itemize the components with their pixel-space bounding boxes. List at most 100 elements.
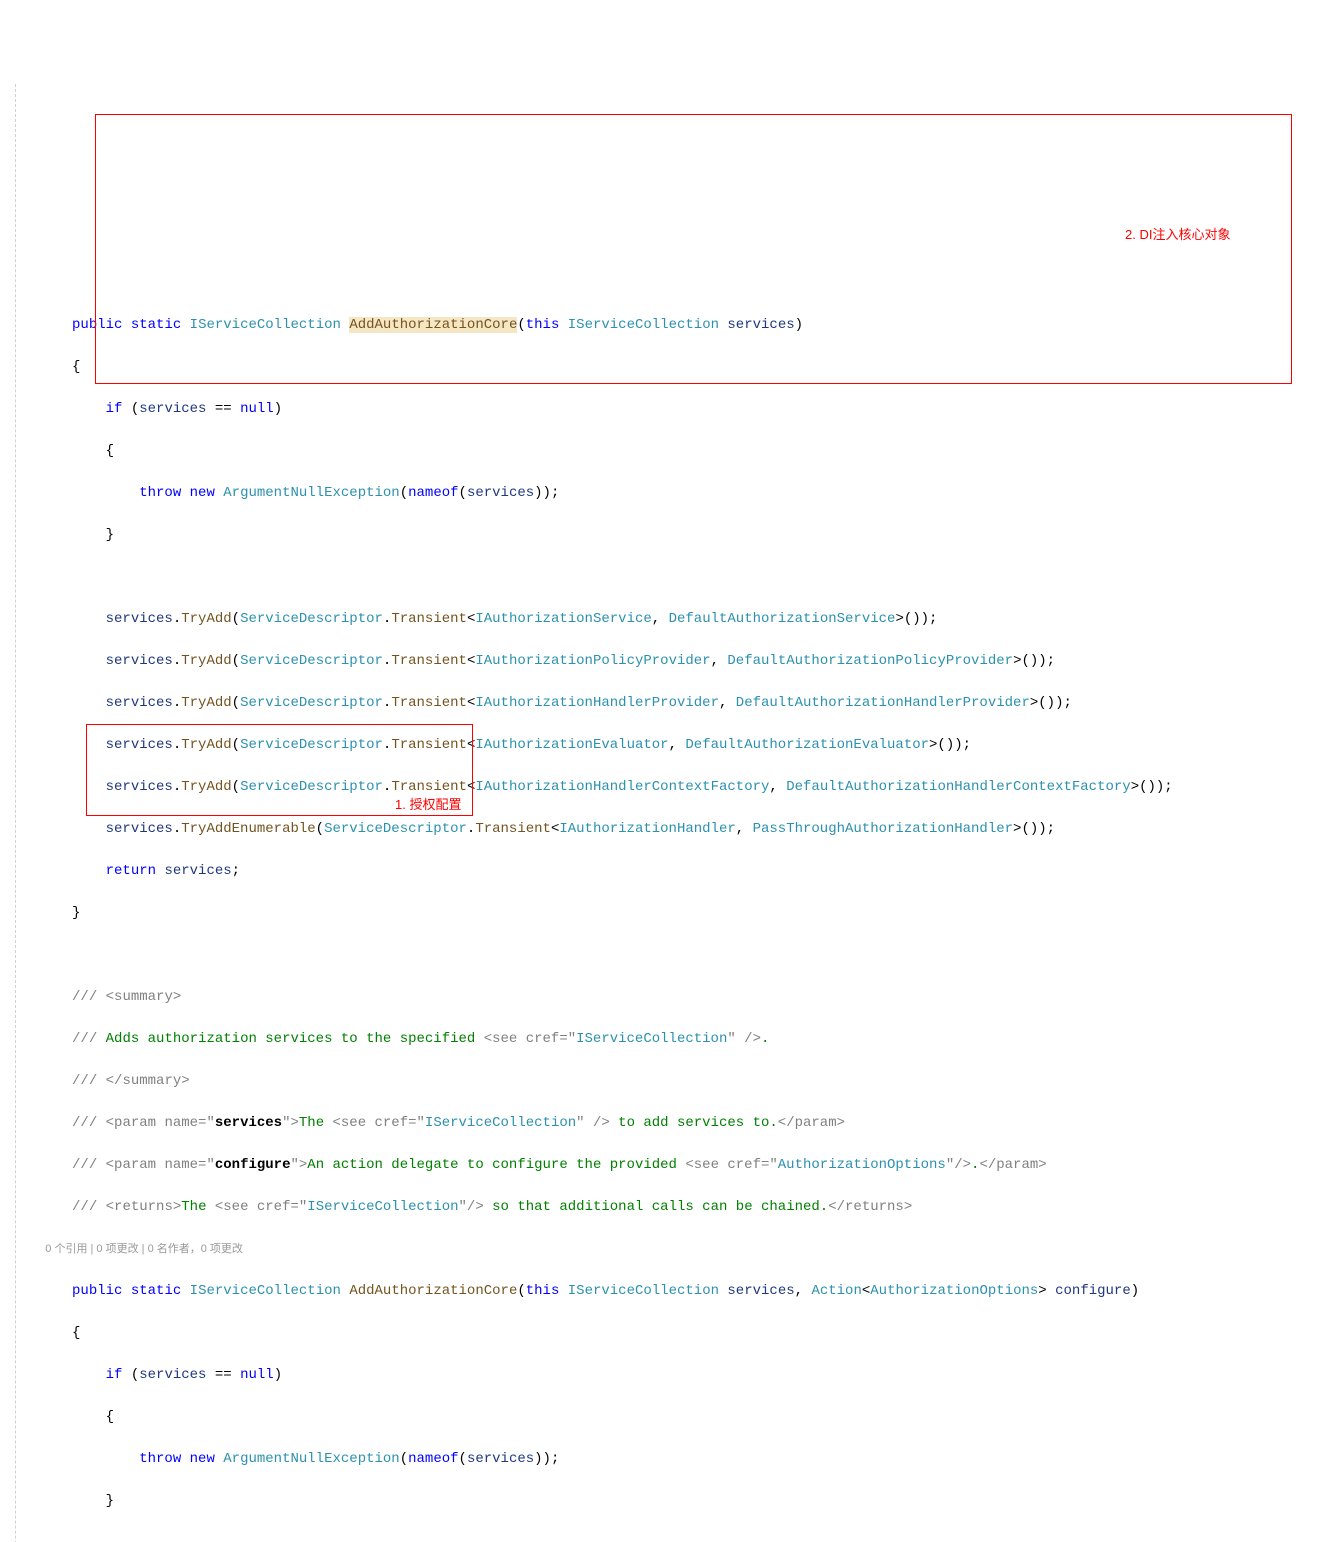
doc-cref: IServiceCollection (425, 1115, 576, 1131)
method: Transient (391, 653, 467, 669)
doc-param: services (215, 1115, 282, 1131)
code-line[interactable]: if (services == null) (30, 1365, 1323, 1386)
var: services (467, 1451, 534, 1467)
keyword: this (526, 317, 560, 333)
doc-text: to add services to. (610, 1115, 778, 1131)
type: ServiceDescriptor (324, 821, 467, 837)
code-editor[interactable]: 2. DI注入核心对象 1. 授权配置 public static IServi… (0, 84, 1323, 1542)
doc-text: Adds authorization services to the speci… (106, 1031, 484, 1047)
code-line[interactable]: services.TryAddEnumerable(ServiceDescrip… (30, 819, 1323, 840)
method: Transient (391, 737, 467, 753)
type: IServiceCollection (190, 317, 341, 333)
code-line[interactable]: services.TryAdd(ServiceDescriptor.Transi… (30, 777, 1323, 798)
type: IAuthorizationHandler (559, 821, 735, 837)
code-line[interactable]: /// </summary> (30, 1071, 1323, 1092)
code-line[interactable]: /// <param name="services">The <see cref… (30, 1113, 1323, 1134)
code-line[interactable]: throw new ArgumentNullException(nameof(s… (30, 483, 1323, 504)
keyword: if (106, 1367, 123, 1383)
code-line[interactable]: /// <summary> (30, 987, 1323, 1008)
code-line[interactable]: { (30, 441, 1323, 462)
code-line[interactable]: public static IServiceCollection AddAuth… (30, 315, 1323, 336)
keyword: throw (139, 1451, 181, 1467)
type: IAuthorizationService (475, 611, 651, 627)
method: Transient (391, 611, 467, 627)
code-line[interactable]: { (30, 1323, 1323, 1344)
fold-guide (15, 84, 16, 1542)
type: IAuthorizationPolicyProvider (475, 653, 710, 669)
type: ServiceDescriptor (240, 695, 383, 711)
code-line[interactable]: } (30, 903, 1323, 924)
type: DefaultAuthorizationHandlerProvider (736, 695, 1030, 711)
doc-text: so that additional calls can be chained. (484, 1199, 828, 1215)
code-line[interactable]: services.TryAdd(ServiceDescriptor.Transi… (30, 693, 1323, 714)
keyword: static (131, 317, 181, 333)
keyword: null (240, 401, 274, 417)
code-line[interactable] (30, 567, 1323, 588)
method-name: AddAuthorizationCore (349, 1283, 517, 1299)
codelens-text: 0 个引用 | 0 项更改 | 0 名作者，0 项更改 (45, 1243, 243, 1255)
type: DefaultAuthorizationHandlerContextFactor… (786, 779, 1130, 795)
var: services (106, 737, 173, 753)
code-line[interactable]: if (services == null) (30, 399, 1323, 420)
type: IAuthorizationHandlerProvider (475, 695, 719, 711)
keyword: if (106, 401, 123, 417)
code-line[interactable]: { (30, 357, 1323, 378)
method-name: AddAuthorizationCore (349, 317, 517, 333)
type: ServiceDescriptor (240, 611, 383, 627)
var: services (106, 695, 173, 711)
code-line[interactable]: { (30, 1407, 1323, 1428)
type: IAuthorizationHandlerContextFactory (475, 779, 769, 795)
code-line[interactable]: /// Adds authorization services to the s… (30, 1029, 1323, 1050)
keyword: nameof (408, 1451, 458, 1467)
keyword: new (190, 485, 215, 501)
type: ServiceDescriptor (240, 653, 383, 669)
code-line[interactable] (30, 945, 1323, 966)
code-line[interactable] (30, 1533, 1323, 1542)
keyword: nameof (408, 485, 458, 501)
code-line[interactable]: /// <param name="configure">An action de… (30, 1155, 1323, 1176)
method: Transient (475, 821, 551, 837)
type: IServiceCollection (568, 317, 719, 333)
annotation-text-di: 2. DI注入核心对象 (1125, 224, 1230, 245)
code-line[interactable]: services.TryAdd(ServiceDescriptor.Transi… (30, 735, 1323, 756)
type: DefaultAuthorizationEvaluator (685, 737, 929, 753)
doc-text: An action delegate to configure the prov… (307, 1157, 685, 1173)
keyword: static (131, 1283, 181, 1299)
var: services (164, 863, 231, 879)
doc-param: configure (215, 1157, 291, 1173)
type: AuthorizationOptions (870, 1283, 1038, 1299)
code-line[interactable]: services.TryAdd(ServiceDescriptor.Transi… (30, 651, 1323, 672)
var: services (139, 401, 206, 417)
codelens[interactable]: 0 个引用 | 0 项更改 | 0 名作者，0 项更改 (30, 1239, 1323, 1260)
code-line[interactable]: throw new ArgumentNullException(nameof(s… (30, 1449, 1323, 1470)
annotation-text-config: 1. 授权配置 (395, 794, 461, 815)
type: IServiceCollection (568, 1283, 719, 1299)
code-line[interactable]: return services; (30, 861, 1323, 882)
var: services (106, 653, 173, 669)
keyword: return (106, 863, 156, 879)
type: DefaultAuthorizationPolicyProvider (727, 653, 1013, 669)
keyword: throw (139, 485, 181, 501)
method: TryAdd (181, 611, 231, 627)
code-line[interactable]: public static IServiceCollection AddAuth… (30, 1281, 1323, 1302)
keyword: public (72, 1283, 122, 1299)
var: services (106, 821, 173, 837)
code-line[interactable]: /// <returns>The <see cref="IServiceColl… (30, 1197, 1323, 1218)
var: services (106, 611, 173, 627)
code-line[interactable]: } (30, 525, 1323, 546)
method: TryAdd (181, 737, 231, 753)
type: DefaultAuthorizationService (669, 611, 896, 627)
method: Transient (391, 695, 467, 711)
method: TryAdd (181, 779, 231, 795)
param: services (727, 1283, 794, 1299)
type: ServiceDescriptor (240, 779, 383, 795)
method: TryAddEnumerable (181, 821, 315, 837)
code-line[interactable]: services.TryAdd(ServiceDescriptor.Transi… (30, 609, 1323, 630)
keyword: null (240, 1367, 274, 1383)
type: ServiceDescriptor (240, 737, 383, 753)
method: Transient (391, 779, 467, 795)
doc-cref: IServiceCollection (307, 1199, 458, 1215)
type: ArgumentNullException (223, 485, 399, 501)
code-line[interactable]: } (30, 1491, 1323, 1512)
type: PassThroughAuthorizationHandler (753, 821, 1013, 837)
